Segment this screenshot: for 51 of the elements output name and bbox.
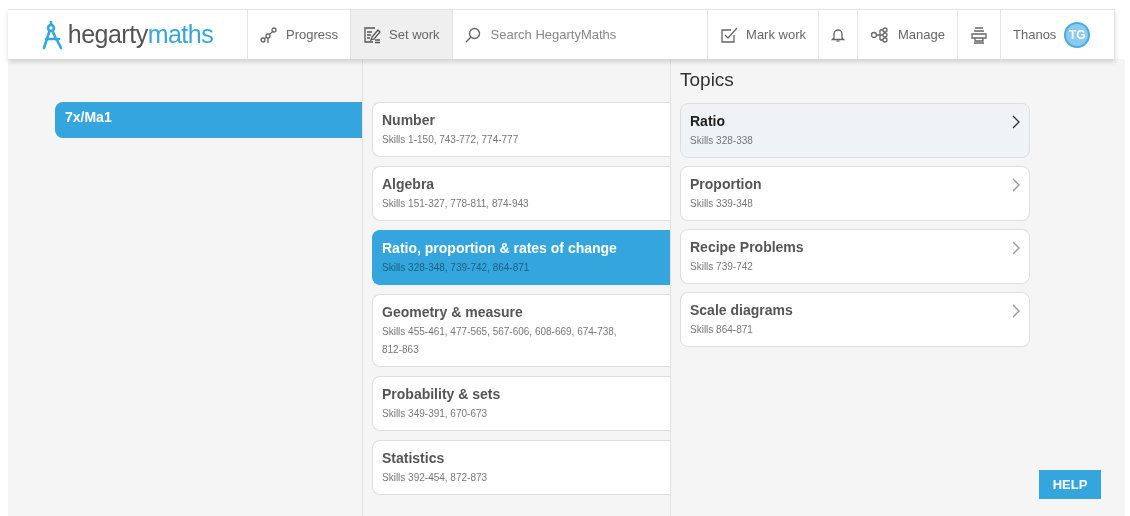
edit-list-icon: [363, 25, 382, 44]
bell-icon: [831, 26, 845, 43]
search-icon: [464, 26, 481, 43]
skills-range: Skills 328-348, 739-742, 864-871: [382, 261, 531, 275]
manage-nav-button[interactable]: Manage: [858, 10, 957, 59]
strand-card[interactable]: Probability & sets Skills 349-391, 670-673: [372, 376, 670, 431]
checkbox-icon: [720, 25, 739, 44]
print-nav-button[interactable]: [958, 10, 1000, 59]
search-field[interactable]: Search HegartyMaths: [488, 26, 696, 43]
topic-title: Proportion: [690, 176, 763, 192]
bell-nav-button[interactable]: [819, 10, 857, 59]
topic-card[interactable]: Proportion Skills 339-348: [680, 166, 1030, 221]
topic-title: Scale diagrams: [690, 302, 794, 318]
setwork-nav-button[interactable]: Set work: [351, 10, 452, 59]
strand-card[interactable]: Statistics Skills 392-454, 872-873: [372, 440, 670, 495]
graph-icon: [260, 25, 278, 44]
skills-range: Skills 739-742: [690, 260, 754, 274]
skills-range: Skills 339-348: [690, 197, 754, 211]
skills-range: Skills 455-461, 477-565, 567-606, 608-669, 674-738, 812-863: [382, 325, 618, 357]
printer-icon: [970, 25, 988, 44]
chevron-right-icon: [1012, 241, 1020, 255]
skills-range: Skills 392-454, 872-873: [382, 471, 489, 485]
topic-card[interactable]: Recipe Problems Skills 739-742: [680, 229, 1030, 284]
strand-title: Statistics: [382, 450, 446, 466]
strand-title: Algebra: [382, 176, 436, 192]
strand-card[interactable]: Number Skills 1-150, 743-772, 774-777: [372, 102, 670, 157]
skills-range: Skills 349-391, 670-673: [382, 407, 489, 421]
strand-card[interactable]: Algebra Skills 151-327, 778-811, 874-943: [372, 166, 670, 221]
strand-card[interactable]: Geometry & measure Skills 455-461, 477-565, 567-606, 608-669, 674-738, 812-863: [372, 294, 670, 367]
strand-title: Ratio, proportion & rates of change: [382, 240, 618, 256]
hierarchy-icon: [870, 26, 890, 43]
chevron-right-icon: [1012, 304, 1020, 318]
logo-text[interactable]: hegartymaths: [67, 20, 214, 49]
topic-card[interactable]: Scale diagrams Skills 864-871: [680, 292, 1030, 347]
topics-heading: Topics: [680, 69, 735, 92]
skills-range: Skills 1-150, 743-772, 774-777: [382, 133, 520, 147]
compass-figure-icon: [41, 19, 64, 50]
strand-title: Probability & sets: [382, 386, 502, 402]
skills-range: Skills 328-338: [690, 134, 754, 148]
strand-title: Geometry & measure: [382, 304, 524, 320]
skills-range: Skills 864-871: [690, 323, 754, 337]
topic-card[interactable]: Ratio Skills 328-338: [680, 103, 1030, 158]
mark-nav-button[interactable]: Mark work: [708, 10, 818, 59]
topic-title: Recipe Problems: [690, 239, 805, 255]
user-name[interactable]: Thanos: [1013, 27, 1057, 42]
skills-range: Skills 151-327, 778-811, 874-943: [382, 197, 530, 211]
strand-title: Number: [382, 112, 436, 128]
progress-nav-button[interactable]: Progress: [248, 10, 351, 59]
chevron-right-icon: [1012, 178, 1020, 192]
topic-title: Ratio: [690, 113, 726, 129]
chevron-right-icon: [1012, 115, 1020, 129]
